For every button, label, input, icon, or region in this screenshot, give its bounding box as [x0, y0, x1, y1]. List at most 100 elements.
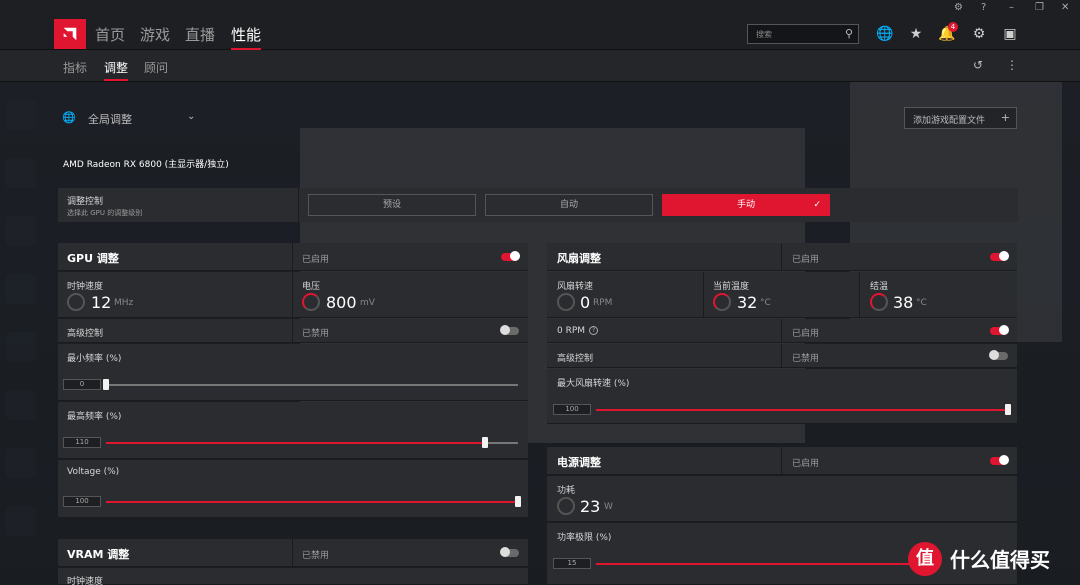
voltage-gauge-icon	[302, 293, 320, 311]
reset-icon[interactable]: ↺	[973, 58, 983, 72]
bug-icon[interactable]: ⚙	[954, 2, 963, 13]
fan-speed-label: 风扇转速	[557, 282, 594, 292]
zero-rpm-label: 0 RPM?	[557, 326, 599, 336]
globe-profile-icon: 🌐	[62, 111, 76, 124]
tab-metrics[interactable]: 指标	[63, 59, 87, 76]
manual-label: 手动	[736, 200, 755, 210]
zero-rpm-toggle[interactable]	[990, 325, 1009, 335]
amd-logo-icon[interactable]	[54, 19, 86, 49]
current-temp-unit: °C	[760, 298, 771, 308]
gpu-tuning-title: GPU 调整	[67, 252, 119, 265]
account-icon[interactable]: ▣	[1001, 25, 1019, 43]
vram-tuning-toggle[interactable]	[500, 547, 519, 557]
manual-button[interactable]: 手动 ✓	[662, 194, 830, 216]
power-limit-input[interactable]: 15	[553, 558, 591, 569]
search-placeholder: 搜索	[756, 30, 772, 39]
zero-rpm-row	[547, 319, 1017, 343]
slider-fill	[106, 442, 485, 444]
preset-button[interactable]: 预设	[308, 194, 476, 216]
restore-icon[interactable]: ❐	[1035, 2, 1044, 13]
junction-temp-value: 38	[893, 293, 914, 312]
search-icon[interactable]: ⚲	[845, 27, 853, 40]
slider-thumb[interactable]	[482, 437, 488, 448]
slider-fill	[596, 409, 1008, 411]
power-tuning-toggle[interactable]	[990, 455, 1009, 465]
profile-selector[interactable]: 全局调整	[88, 111, 132, 127]
add-game-profile-button[interactable]: 添加游戏配置文件 +	[904, 107, 1017, 129]
vram-tuning-state: 已禁用	[302, 551, 330, 561]
more-icon[interactable]: ⋮	[1006, 58, 1018, 72]
slider-thumb[interactable]	[1005, 404, 1011, 415]
auto-button[interactable]: 自动	[485, 194, 653, 216]
min-freq-row	[58, 344, 528, 401]
close-icon[interactable]: ✕	[1061, 2, 1069, 13]
clock-speed-value: 12	[91, 293, 112, 312]
tab-home[interactable]: 首页	[95, 24, 125, 45]
gpu-advanced-row	[58, 319, 528, 343]
globe-icon[interactable]: 🌐	[876, 25, 894, 43]
max-freq-input[interactable]: 110	[63, 437, 101, 448]
search-input[interactable]: 搜索 ⚲	[747, 24, 859, 44]
plus-icon: +	[1000, 111, 1010, 124]
fan-metrics-row	[547, 272, 1017, 318]
fan-tuning-state: 已启用	[792, 255, 820, 265]
voltage-pct-input[interactable]: 100	[63, 496, 101, 507]
minimize-icon[interactable]: –	[1009, 2, 1014, 13]
chevron-down-icon[interactable]: ⌄	[187, 111, 195, 122]
vram-tuning-title: VRAM 调整	[67, 548, 130, 561]
info-icon[interactable]: ?	[589, 326, 599, 335]
power-limit-row	[547, 523, 1017, 585]
max-fan-input[interactable]: 100	[553, 404, 591, 415]
fan-speed-value: 0	[580, 293, 591, 312]
max-freq-row	[58, 402, 528, 459]
slider-thumb[interactable]	[103, 379, 109, 390]
watermark-logo: 值	[908, 542, 942, 576]
vram-clock-label: 时钟速度	[67, 577, 104, 585]
star-icon[interactable]: ★	[907, 25, 925, 43]
gpu-tuning-header	[58, 243, 528, 271]
gpu-advanced-label: 高级控制	[67, 329, 104, 339]
gpu-advanced-toggle[interactable]	[500, 325, 519, 335]
gpu-tuning-toggle[interactable]	[501, 251, 520, 261]
tab-performance[interactable]: 性能	[231, 24, 262, 50]
junction-temp-unit: °C	[916, 298, 927, 308]
power-unit: W	[604, 502, 613, 512]
voltage-unit: mV	[360, 298, 375, 308]
fan-advanced-state: 已禁用	[792, 354, 820, 364]
vram-clock-row	[58, 568, 528, 585]
check-icon: ✓	[813, 200, 821, 210]
tuning-control-subtitle: 选择此 GPU 的调整级别	[67, 209, 143, 217]
fan-advanced-label: 高级控制	[557, 354, 594, 364]
tab-games[interactable]: 游戏	[140, 24, 170, 45]
power-value: 23	[580, 497, 601, 516]
voltage-value: 800	[326, 293, 357, 312]
power-gauge-icon	[557, 497, 575, 515]
tuning-control-title: 调整控制	[67, 197, 104, 207]
clock-speed-unit: MHz	[114, 298, 134, 308]
watermark-text: 什么值得买	[950, 548, 1050, 572]
junction-temp-label: 结温	[870, 282, 889, 292]
power-label: 功耗	[557, 486, 576, 496]
zero-rpm-text: 0 RPM	[557, 326, 586, 336]
gpu-advanced-state: 已禁用	[302, 329, 330, 339]
current-temp-value: 32	[737, 293, 758, 312]
clock-speed-label: 时钟速度	[67, 282, 104, 292]
tab-advisor[interactable]: 顾问	[144, 59, 168, 76]
tab-tuning[interactable]: 调整	[104, 59, 129, 81]
fan-tuning-toggle[interactable]	[990, 251, 1009, 261]
voltage-pct-label: Voltage (%)	[67, 467, 120, 477]
power-limit-slider-fill[interactable]	[596, 563, 926, 565]
power-limit-label: 功率极限 (%)	[557, 533, 612, 543]
fan-tuning-header	[547, 243, 1017, 271]
junction-temp-gauge-icon	[870, 293, 888, 311]
fan-advanced-toggle[interactable]	[989, 350, 1008, 360]
tab-streaming[interactable]: 直播	[185, 24, 215, 45]
gear-icon[interactable]: ⚙	[970, 25, 988, 43]
sub-nav: 指标 调整 顾问 ↺ ⋮	[0, 50, 1080, 82]
slider-thumb[interactable]	[515, 496, 521, 507]
help-icon[interactable]: ?	[981, 2, 986, 13]
min-freq-input[interactable]: 0	[63, 379, 101, 390]
notification-badge: 4	[948, 22, 958, 32]
slider-track[interactable]	[106, 384, 518, 386]
fan-tuning-title: 风扇调整	[557, 252, 601, 265]
